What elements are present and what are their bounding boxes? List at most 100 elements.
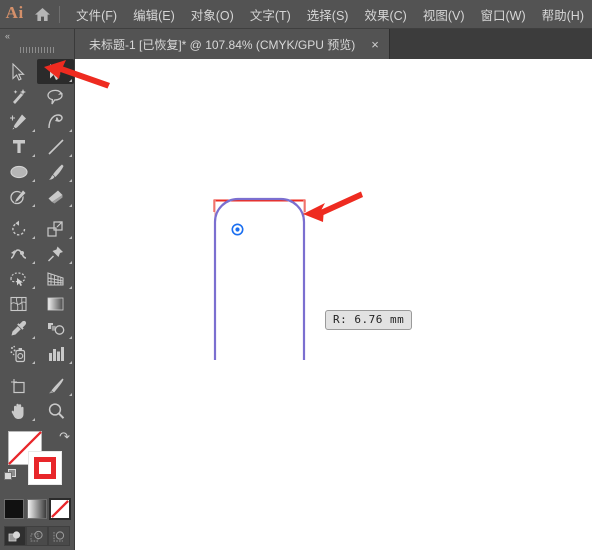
gradient-tool[interactable] [37, 291, 74, 316]
paintbrush-tool[interactable] [37, 159, 74, 184]
tool-row [0, 266, 74, 291]
eraser-icon [48, 190, 63, 203]
panel-drag-handle[interactable] [0, 43, 74, 57]
shaper-tool[interactable] [0, 184, 37, 209]
illustrator-window: Ai 文件(F) 编辑(E) 对象(O) 文字(T) 选择(S) 效果(C) 视… [0, 0, 592, 550]
chevron-double-left-icon: « [5, 31, 10, 41]
tool-flyout-indicator [32, 204, 35, 207]
tool-row [0, 398, 74, 423]
eyedropper-tool[interactable] [0, 316, 37, 341]
tool-flyout-indicator [69, 204, 72, 207]
draw-mode-buttons [0, 526, 74, 546]
tool-row [0, 341, 74, 366]
artboard-icon [11, 378, 25, 393]
width-icon [10, 248, 27, 259]
shape-builder-icon [9, 272, 26, 286]
lasso-tool[interactable] [37, 84, 74, 109]
magic-wand-tool[interactable] [0, 84, 37, 109]
draw-normal-mode[interactable] [4, 526, 26, 546]
tool-group-separator [0, 366, 74, 373]
line-segment-tool[interactable] [37, 134, 74, 159]
menu-effect[interactable]: 效果(C) [356, 1, 414, 28]
menu-window[interactable]: 窗口(W) [473, 1, 534, 28]
color-mode-buttons [0, 498, 74, 520]
tool-flyout-indicator [69, 79, 72, 82]
tool-flyout-indicator [32, 418, 35, 421]
symbol-sprayer-tool[interactable] [0, 341, 37, 366]
menu-select[interactable]: 选择(S) [299, 1, 357, 28]
tool-flyout-indicator [69, 336, 72, 339]
document-canvas[interactable]: R: 6.76 mm [75, 59, 592, 550]
selection-tool[interactable] [0, 59, 37, 84]
menu-file[interactable]: 文件(F) [68, 1, 125, 28]
swap-fill-stroke-icon[interactable]: ↷ [59, 429, 70, 445]
free-transform-tool[interactable] [37, 241, 74, 266]
tool-flyout-indicator [32, 179, 35, 182]
rotate-icon [11, 220, 25, 235]
hand-tool[interactable] [0, 398, 37, 423]
tool-flyout-indicator [69, 286, 72, 289]
ellipse-icon [9, 165, 28, 178]
blend-icon [48, 323, 65, 335]
app-logo: Ai [5, 3, 24, 22]
ellipse-tool[interactable] [0, 159, 37, 184]
selection-bounds [213, 199, 306, 360]
tools-panel: « ↷ [0, 29, 75, 550]
menu-help[interactable]: 帮助(H) [534, 1, 592, 28]
menu-bar: Ai 文件(F) 编辑(E) 对象(O) 文字(T) 选择(S) 效果(C) 视… [0, 0, 592, 29]
line-icon [47, 138, 64, 155]
selection-arrow-icon [12, 62, 25, 81]
tool-flyout-indicator [32, 336, 35, 339]
curvature-icon [48, 113, 63, 128]
pen-icon [10, 114, 26, 130]
collapse-panel-button[interactable]: « [0, 29, 74, 43]
draw-inside-mode[interactable] [48, 526, 70, 546]
mesh-icon [10, 296, 27, 311]
artboard-tool[interactable] [0, 373, 37, 398]
rounded-rectangle-path [213, 197, 306, 360]
color-mode-gradient[interactable] [27, 499, 47, 519]
mesh-tool[interactable] [0, 291, 37, 316]
stroke-swatch[interactable] [28, 451, 62, 485]
tool-row [0, 291, 74, 316]
zoom-magnifier-icon [48, 402, 64, 419]
eyedropper-icon [11, 320, 26, 335]
menu-separator [59, 5, 61, 23]
home-icon[interactable] [29, 7, 55, 22]
blend-tool[interactable] [37, 316, 74, 341]
radius-tooltip: R: 6.76 mm [325, 310, 413, 330]
column-graph-tool[interactable] [37, 341, 74, 366]
eraser-tool[interactable] [37, 184, 74, 209]
direct-selection-tool[interactable] [37, 59, 74, 84]
rotate-tool[interactable] [0, 216, 37, 241]
tool-row [0, 159, 74, 184]
tool-flyout-indicator [69, 361, 72, 364]
document-tab[interactable]: 未标题-1 [已恢复]* @ 107.84% (CMYK/GPU 预览) × [75, 29, 390, 59]
default-fill-stroke-icon[interactable] [4, 469, 17, 482]
menu-view[interactable]: 视图(V) [415, 1, 473, 28]
menu-type[interactable]: 文字(T) [242, 1, 299, 28]
color-mode-solid[interactable] [4, 499, 24, 519]
tool-flyout-indicator [69, 179, 72, 182]
shape-builder-tool[interactable] [0, 266, 37, 291]
tool-row [0, 134, 74, 159]
color-mode-none[interactable] [49, 498, 71, 520]
tool-flyout-indicator [69, 236, 72, 239]
type-tool[interactable] [0, 134, 37, 159]
tool-group-separator [0, 209, 74, 216]
slice-tool[interactable] [37, 373, 74, 398]
perspective-grid-tool[interactable] [37, 266, 74, 291]
pen-tool[interactable] [0, 109, 37, 134]
menu-object[interactable]: 对象(O) [183, 1, 242, 28]
curvature-tool[interactable] [37, 109, 74, 134]
zoom-tool[interactable] [37, 398, 74, 423]
magic-wand-icon [12, 88, 26, 104]
close-icon[interactable]: × [367, 38, 383, 51]
document-tab-bar: 未标题-1 [已恢复]* @ 107.84% (CMYK/GPU 预览) × [75, 29, 592, 59]
menu-edit[interactable]: 编辑(E) [125, 1, 183, 28]
draw-behind-mode[interactable] [26, 526, 48, 546]
tool-grid [0, 57, 74, 423]
scale-tool[interactable] [37, 216, 74, 241]
width-tool[interactable] [0, 241, 37, 266]
tool-flyout-indicator [32, 154, 35, 157]
